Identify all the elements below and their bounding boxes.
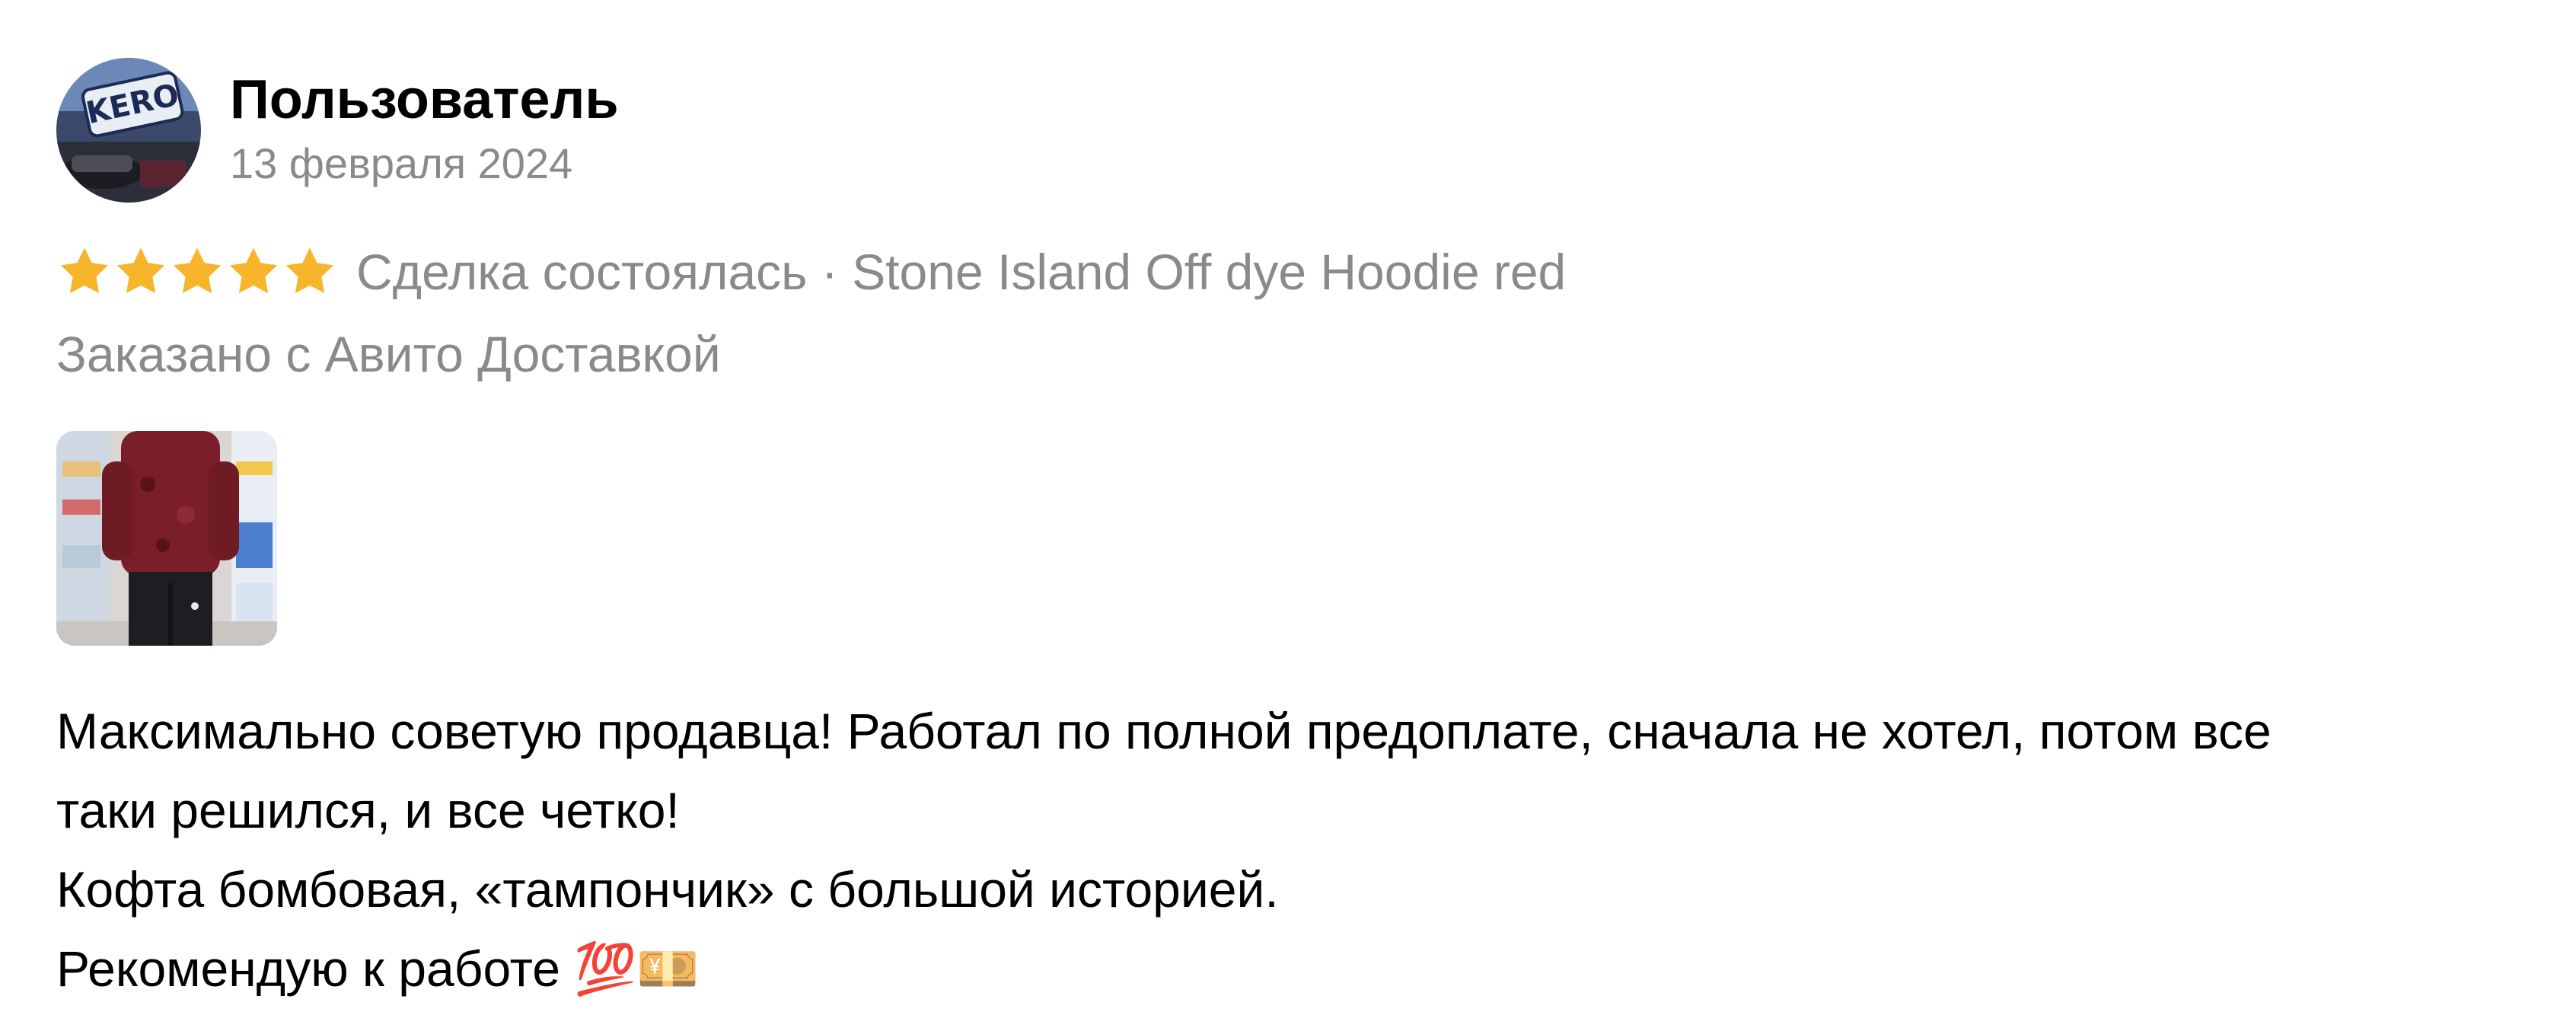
deal-status: Сделка состоялась · Stone Island Off dye… — [356, 244, 1567, 300]
photo-image — [56, 431, 277, 646]
review-text-line: таки решился, и все четко! — [56, 782, 680, 838]
review-text-line: Кофта бомбовая, «тампончик» с большой ис… — [56, 861, 1279, 918]
review-body: Максимально советую продавца! Работал по… — [56, 691, 2538, 1008]
review-photo[interactable] — [56, 431, 277, 646]
review-card: KERO Пользователь 13 февраля 2024 Сделка… — [0, 0, 2576, 1031]
avatar-image: KERO — [56, 58, 201, 203]
star-icon — [173, 247, 222, 294]
review-date: 13 февраля 2024 — [230, 139, 573, 187]
star-rating — [56, 244, 338, 300]
user-name[interactable]: Пользователь — [230, 65, 619, 134]
review-text-line: Рекомендую к работе 💯💴 — [56, 940, 700, 997]
star-icon — [229, 247, 278, 294]
delivery-note: Заказано с Авито Доставкой — [56, 326, 721, 382]
user-avatar[interactable]: KERO — [56, 58, 201, 203]
star-icon — [285, 247, 334, 294]
rating-row: Сделка состоялась · Stone Island Off dye… — [56, 238, 1566, 306]
star-icon — [60, 247, 109, 294]
star-icon — [116, 247, 165, 294]
review-text-line: Максимально советую продавца! Работал по… — [56, 703, 2272, 759]
